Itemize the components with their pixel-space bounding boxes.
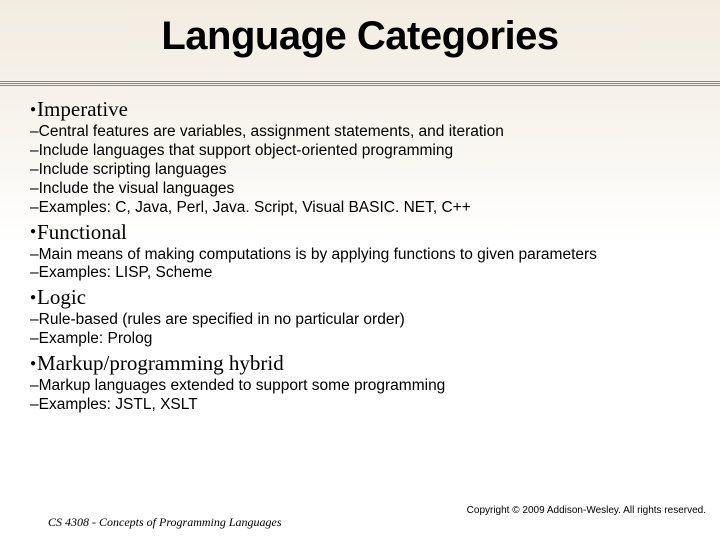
category-label: Functional bbox=[37, 220, 127, 244]
category-label: Imperative bbox=[37, 97, 128, 121]
sub-text: Examples: C, Java, Perl, Java. Script, V… bbox=[39, 199, 471, 216]
dash-icon: – bbox=[30, 330, 39, 347]
sub-text: Central features are variables, assignme… bbox=[39, 123, 504, 140]
sub-text: Example: Prolog bbox=[39, 330, 153, 347]
dash-icon: – bbox=[30, 161, 39, 178]
bullet-icon: ● bbox=[30, 104, 36, 115]
sub-item: –Example: Prolog bbox=[30, 330, 700, 349]
bullet-icon: ● bbox=[30, 358, 36, 369]
sub-text: Include languages that support object-or… bbox=[39, 142, 453, 159]
dash-icon: – bbox=[30, 180, 39, 197]
dash-icon: – bbox=[30, 246, 39, 263]
dash-icon: – bbox=[30, 264, 39, 281]
sub-item: –Include scripting languages bbox=[30, 161, 700, 180]
category-label: Markup/programming hybrid bbox=[37, 351, 284, 375]
sub-item: –Central features are variables, assignm… bbox=[30, 123, 700, 142]
category-heading: ●Logic bbox=[30, 285, 700, 310]
sub-item: –Rule-based (rules are specified in no p… bbox=[30, 311, 700, 330]
category-heading: ●Markup/programming hybrid bbox=[30, 351, 700, 376]
category-label: Logic bbox=[37, 285, 86, 309]
sub-text: Examples: LISP, Scheme bbox=[39, 264, 213, 281]
slide: Language Categories ●Imperative –Central… bbox=[0, 0, 720, 540]
sub-item: –Examples: C, Java, Perl, Java. Script, … bbox=[30, 199, 700, 218]
sub-item: –Include languages that support object-o… bbox=[30, 142, 700, 161]
bullet-icon: ● bbox=[30, 226, 36, 237]
slide-title: Language Categories bbox=[0, 0, 720, 69]
sub-item: –Markup languages extended to support so… bbox=[30, 377, 700, 396]
content-area: ●Imperative –Central features are variab… bbox=[0, 97, 720, 415]
sub-item: –Main means of making computations is by… bbox=[30, 246, 700, 265]
sub-text: Include scripting languages bbox=[39, 161, 227, 178]
footer-course: CS 4308 - Concepts of Programming Langua… bbox=[48, 515, 282, 530]
sub-text: Examples: JSTL, XSLT bbox=[39, 396, 198, 413]
category-heading: ●Functional bbox=[30, 220, 700, 245]
dash-icon: – bbox=[30, 199, 39, 216]
dash-icon: – bbox=[30, 142, 39, 159]
sub-text: Main means of making computations is by … bbox=[39, 246, 597, 263]
sub-item: –Examples: LISP, Scheme bbox=[30, 264, 700, 283]
sub-item: –Include the visual languages bbox=[30, 180, 700, 199]
dash-icon: – bbox=[30, 377, 39, 394]
category-heading: ●Imperative bbox=[30, 97, 700, 122]
dash-icon: – bbox=[30, 311, 39, 328]
sub-item: –Examples: JSTL, XSLT bbox=[30, 396, 700, 415]
dash-icon: – bbox=[30, 396, 39, 413]
sub-text: Markup languages extended to support som… bbox=[39, 377, 446, 394]
sub-text: Rule-based (rules are specified in no pa… bbox=[39, 311, 405, 328]
sub-text: Include the visual languages bbox=[39, 180, 235, 197]
dash-icon: – bbox=[30, 123, 39, 140]
title-divider bbox=[0, 81, 720, 87]
bullet-icon: ● bbox=[30, 292, 36, 303]
footer-copyright: Copyright © 2009 Addison-Wesley. All rig… bbox=[467, 505, 706, 516]
